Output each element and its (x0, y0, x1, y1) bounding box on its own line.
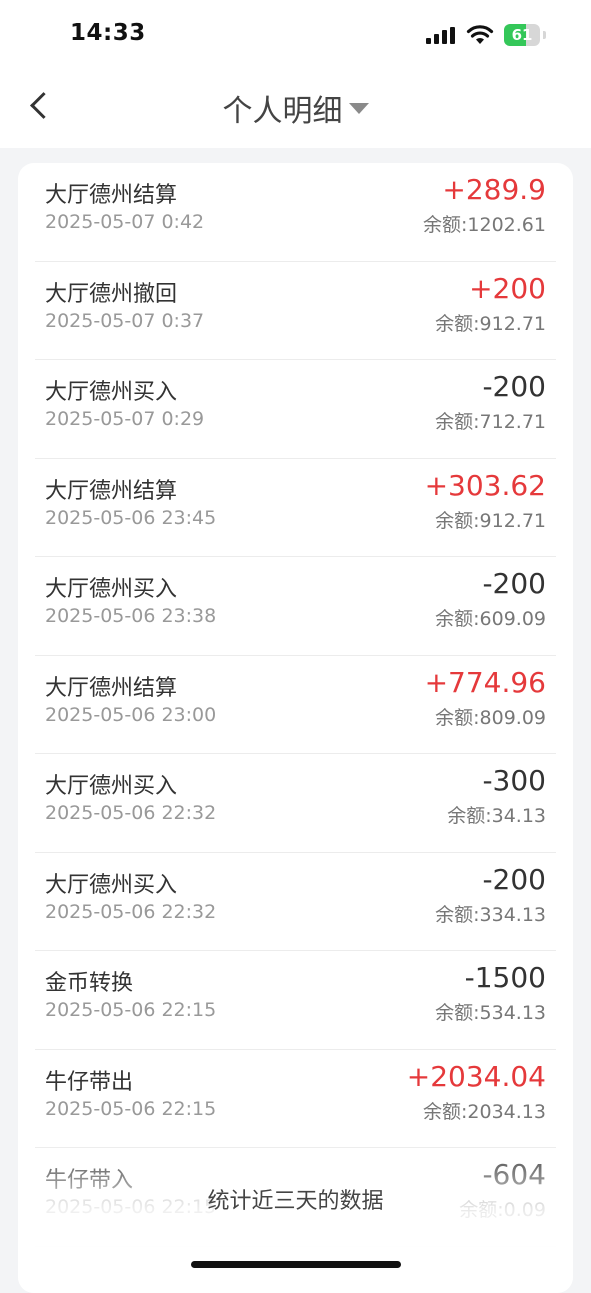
transaction-balance: 余额:609.09 (435, 608, 546, 630)
transaction-amount: -200 (482, 370, 546, 403)
transaction-row[interactable]: 大厅德州买入 2025-05-06 23:38 -200 余额:609.09 (35, 557, 556, 656)
transaction-balance: 余额:534.13 (435, 1002, 546, 1024)
nav-bar: 个人明细 (0, 70, 591, 148)
transaction-amount: -300 (482, 764, 546, 797)
battery-percent: 61 (511, 26, 533, 44)
transaction-time: 2025-05-06 22:15 (45, 999, 217, 1021)
transaction-amount: -200 (482, 862, 546, 896)
transaction-time: 2025-05-07 0:42 (45, 211, 205, 233)
transaction-row[interactable]: 金币转换 2025-05-06 22:15 -1500 余额:534.13 (35, 951, 556, 1050)
transaction-amount: +200 (469, 271, 546, 305)
transaction-row[interactable]: 大厅德州结算 2025-05-06 23:45 +303.62 余额:912.71 (35, 459, 556, 557)
transaction-title: 大厅德州结算 (45, 478, 178, 504)
cellular-signal-icon (426, 27, 456, 44)
caret-down-icon (348, 102, 369, 114)
transaction-row[interactable]: 大厅德州买入 2025-05-06 22:32 -200 余额:334.13 (35, 853, 556, 951)
transaction-row[interactable]: 大厅德州买入 2025-05-06 22:32 -300 余额:34.13 (35, 754, 556, 853)
transaction-title: 大厅德州买入 (45, 380, 178, 405)
transaction-time: 2025-05-06 22:15 (45, 1097, 217, 1120)
transaction-amount: -1500 (464, 961, 546, 994)
transaction-title: 大厅德州结算 (45, 183, 178, 208)
transaction-title: 大厅德州撤回 (45, 281, 178, 307)
status-bar: 14:33 61 (0, 0, 591, 70)
wifi-icon (466, 24, 494, 46)
status-time: 14:33 (70, 20, 146, 46)
transaction-title: 金币转换 (45, 971, 134, 996)
transaction-row[interactable]: 大厅德州结算 2025-05-06 23:00 +774.96 余额:809.09 (35, 656, 556, 754)
transaction-balance: 余额:334.13 (435, 903, 546, 926)
transaction-amount: -200 (482, 567, 546, 600)
transaction-amount: +289.9 (442, 173, 546, 206)
title-dropdown[interactable]: 个人明细 (0, 86, 591, 130)
transaction-amount: +2034.04 (406, 1059, 546, 1093)
battery-icon: 61 (504, 24, 546, 46)
transaction-balance: 余额:2034.13 (423, 1100, 546, 1123)
transaction-balance: 余额:809.09 (435, 706, 546, 729)
transaction-time: 2025-05-06 22:32 (45, 802, 217, 824)
transaction-title: 大厅德州买入 (45, 872, 178, 898)
home-indicator (191, 1261, 401, 1268)
page-title: 个人明细 (222, 94, 343, 129)
transaction-title: 牛仔带出 (45, 1069, 134, 1095)
transaction-amount: +303.62 (424, 468, 546, 502)
footer-note: 统计近三天的数据 (207, 1189, 384, 1214)
transaction-time: 2025-05-06 23:45 (45, 506, 217, 529)
transaction-title: 大厅德州买入 (45, 577, 178, 602)
transaction-amount: +774.96 (424, 665, 546, 699)
transaction-balance: 余额:34.13 (447, 805, 546, 827)
transaction-row[interactable]: 牛仔带出 2025-05-06 22:15 +2034.04 余额:2034.13 (35, 1050, 556, 1148)
transaction-title: 大厅德州结算 (45, 675, 178, 701)
transaction-row[interactable]: 大厅德州买入 2025-05-07 0:29 -200 余额:712.71 (35, 360, 556, 459)
transaction-card: 大厅德州结算 2025-05-07 0:42 +289.9 余额:1202.61 大厅德… (18, 163, 573, 1293)
transaction-time: 2025-05-07 0:29 (45, 408, 205, 430)
transaction-time: 2025-05-07 0:37 (45, 309, 205, 332)
transaction-balance: 余额:1202.61 (423, 214, 546, 236)
transaction-row[interactable]: 大厅德州撤回 2025-05-07 0:37 +200 余额:912.71 (35, 262, 556, 360)
transaction-row[interactable]: 大厅德州结算 2025-05-07 0:42 +289.9 余额:1202.61 (35, 163, 556, 262)
transaction-balance: 余额:912.71 (435, 312, 546, 335)
transaction-time: 2025-05-06 23:38 (45, 605, 217, 627)
transaction-time: 2025-05-06 22:32 (45, 900, 217, 923)
transaction-balance: 余额:912.71 (435, 509, 546, 532)
transaction-list[interactable]: 大厅德州结算 2025-05-07 0:42 +289.9 余额:1202.61 大厅德… (35, 163, 556, 1247)
transaction-time: 2025-05-06 23:00 (45, 703, 217, 726)
transaction-balance: 余额:712.71 (435, 411, 546, 433)
transaction-title: 大厅德州买入 (45, 774, 178, 799)
